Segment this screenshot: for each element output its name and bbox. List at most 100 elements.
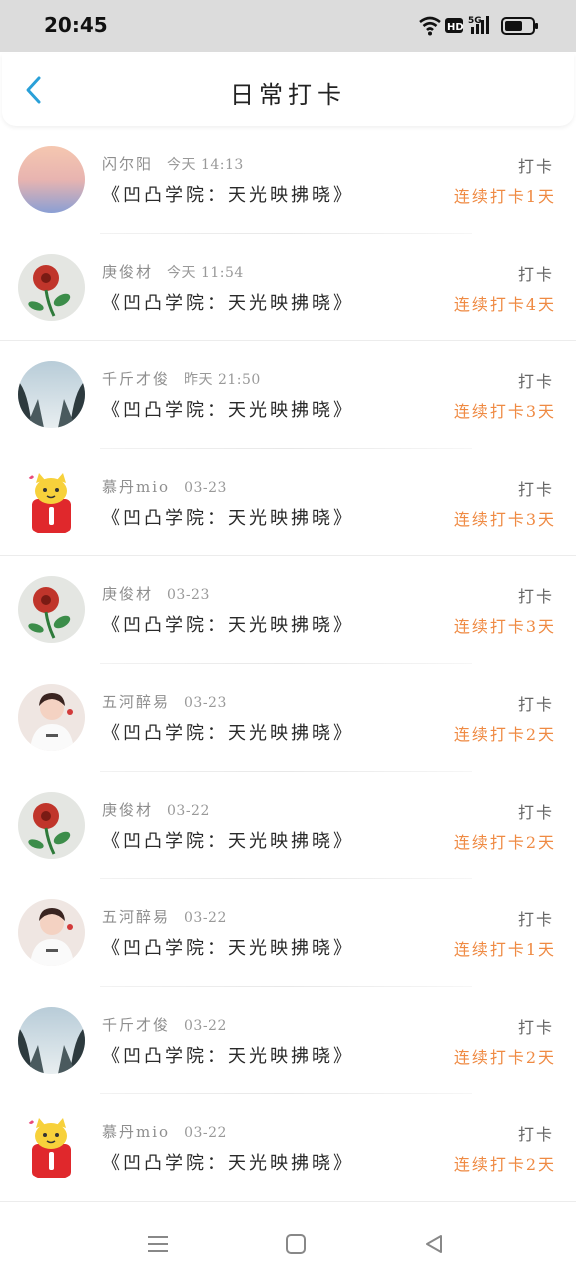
- course-title: 《凹凸学院：天光映拂晓》: [102, 615, 354, 637]
- user-meta: 五河醉易 03-23: [102, 691, 227, 712]
- user-meta: 五河醉易 03-22: [102, 906, 227, 927]
- streak-label: 连续打卡4天: [453, 294, 556, 314]
- status-icons: HD 5G: [419, 16, 538, 36]
- menu-button[interactable]: [138, 1226, 178, 1262]
- streak-label: 连续打卡1天: [453, 940, 556, 960]
- checkin-button[interactable]: 打卡: [518, 153, 554, 177]
- checkin-button[interactable]: 打卡: [518, 476, 554, 500]
- list-item[interactable]: 庚俊材 03-22 《凹凸学院：天光映拂晓》 打卡 连续打卡2天: [0, 772, 576, 880]
- person-avatar-image: [18, 899, 85, 967]
- checkin-time: 03-23: [167, 587, 210, 604]
- user-name: 庚俊材: [102, 262, 154, 281]
- course-title: 《凹凸学院：天光映拂晓》: [102, 185, 354, 206]
- person-avatar-image: [18, 683, 85, 751]
- status-time: 20:45: [44, 13, 108, 37]
- status-bar: 20:45 HD 5G: [0, 0, 576, 52]
- user-name: 慕丹mio: [102, 477, 171, 496]
- forest-avatar-image: [18, 361, 85, 429]
- avatar[interactable]: [18, 791, 85, 859]
- course-title: 《凹凸学院：天光映拂晓》: [102, 1045, 354, 1067]
- checkin-list: 闪尔阳 今天 14:13 《凹凸学院：天光映拂晓》 打卡 连续打卡1天 庚俊材 今天 11:…: [0, 126, 576, 1202]
- user-meta: 千斤才俊 昨天 21:50: [102, 368, 261, 389]
- user-meta: 慕丹mio 03-22: [102, 1121, 227, 1142]
- checkin-button[interactable]: 打卡: [518, 691, 554, 715]
- user-meta: 庚俊材 今天 11:54: [102, 261, 244, 282]
- checkin-button[interactable]: 打卡: [518, 906, 554, 930]
- battery-icon: [501, 17, 538, 35]
- checkin-button[interactable]: 打卡: [518, 799, 554, 823]
- avatar[interactable]: [18, 253, 85, 321]
- 5g-signal-icon: 5G: [468, 16, 489, 34]
- list-item[interactable]: 五河醉易 03-22 《凹凸学院：天光映拂晓》 打卡 连续打卡1天: [0, 879, 576, 987]
- checkin-button[interactable]: 打卡: [518, 1121, 554, 1145]
- checkin-time: 03-22: [184, 910, 227, 927]
- course-title: 《凹凸学院：天光映拂晓》: [102, 507, 354, 529]
- red-flower-avatar-image: [18, 576, 85, 644]
- forest-avatar-image: [18, 1006, 85, 1074]
- user-name: 千斤才俊: [102, 370, 171, 389]
- yellow-cat-avatar-image: [18, 1114, 85, 1182]
- streak-label: 连续打卡2天: [453, 832, 556, 852]
- list-item[interactable]: 千斤才俊 昨天 21:50 《凹凸学院：天光映拂晓》 打卡 连续打卡3天: [0, 341, 576, 449]
- list-item[interactable]: 庚俊材 今天 11:54 《凹凸学院：天光映拂晓》 打卡连续打卡4天: [0, 234, 576, 342]
- hd-icon: HD: [445, 18, 464, 33]
- avatar[interactable]: [18, 1006, 85, 1074]
- avatar[interactable]: [18, 146, 85, 213]
- avatar[interactable]: [18, 683, 85, 751]
- user-name: 慕丹mio: [102, 1123, 171, 1142]
- streak-label: 连续打卡2天: [453, 1047, 556, 1067]
- user-name: 五河醉易: [102, 692, 171, 711]
- checkin-time: 03-22: [167, 802, 210, 819]
- checkin-button[interactable]: 打卡: [518, 261, 554, 285]
- user-meta: 庚俊材 03-23: [102, 583, 210, 604]
- streak-label: 连续打卡3天: [453, 617, 556, 637]
- user-meta: 闪尔阳 今天 14:13: [102, 153, 244, 174]
- streak-label: 连续打卡1天: [453, 187, 556, 206]
- streak-label: 连续打卡2天: [453, 1155, 556, 1175]
- checkin-time: 昨天 21:50: [184, 372, 261, 389]
- user-meta: 千斤才俊 03-22: [102, 1014, 227, 1035]
- avatar[interactable]: [18, 576, 85, 644]
- home-square-icon: [286, 1234, 306, 1254]
- user-name: 五河醉易: [102, 908, 171, 927]
- checkin-time: 今天 11:54: [167, 264, 244, 281]
- avatar[interactable]: [18, 361, 85, 429]
- menu-icon: [148, 1236, 168, 1252]
- course-title: 《凹凸学院：天光映拂晓》: [102, 722, 354, 744]
- checkin-button[interactable]: 打卡: [518, 583, 554, 607]
- yellow-cat-avatar-image: [18, 468, 85, 536]
- svg-text:HD: HD: [447, 22, 464, 33]
- checkin-button[interactable]: 打卡: [518, 368, 554, 392]
- course-title: 《凹凸学院：天光映拂晓》: [102, 400, 354, 422]
- avatar[interactable]: [18, 468, 85, 536]
- checkin-time: 今天 14:13: [167, 157, 244, 173]
- svg-text:5G: 5G: [468, 16, 482, 26]
- list-item[interactable]: 慕丹mio 03-23 《凹凸学院：天光映拂晓》 打卡连续打卡3天: [0, 449, 576, 557]
- user-name: 庚俊材: [102, 800, 154, 819]
- avatar[interactable]: [18, 899, 85, 967]
- list-item[interactable]: 闪尔阳 今天 14:13 《凹凸学院：天光映拂晓》 打卡连续打卡1天: [0, 126, 576, 234]
- header-bar: 日常打卡: [2, 54, 574, 126]
- user-meta: 庚俊材 03-22: [102, 799, 210, 820]
- list-item[interactable]: 五河醉易 03-23 《凹凸学院：天光映拂晓》 打卡 连续打卡2天: [0, 664, 576, 772]
- system-nav-bar: [0, 1208, 576, 1280]
- checkin-button[interactable]: 打卡: [518, 1014, 554, 1038]
- red-flower-avatar-image: [18, 253, 85, 321]
- list-item[interactable]: 千斤才俊 03-22 《凹凸学院：天光映拂晓》 打卡连续打卡2天: [0, 987, 576, 1095]
- streak-label: 连续打卡3天: [453, 509, 556, 529]
- page-title: 日常打卡: [230, 81, 346, 109]
- course-title: 《凹凸学院：天光映拂晓》: [102, 292, 354, 314]
- home-button[interactable]: [276, 1226, 316, 1262]
- list-item[interactable]: 慕丹mio 03-22 《凹凸学院：天光映拂晓》 打卡连续打卡2天: [0, 1094, 576, 1202]
- avatar[interactable]: [18, 1114, 85, 1182]
- user-name: 千斤才俊: [102, 1015, 171, 1034]
- user-meta: 慕丹mio 03-23: [102, 476, 227, 497]
- gradient-sunset-avatar-image: [18, 146, 85, 213]
- course-title: 《凹凸学院：天光映拂晓》: [102, 1153, 354, 1175]
- user-name: 闪尔阳: [102, 155, 154, 173]
- checkin-time: 03-23: [184, 479, 227, 496]
- back-triangle-icon: [426, 1235, 442, 1253]
- list-item[interactable]: 庚俊材 03-23 《凹凸学院：天光映拂晓》 打卡连续打卡3天: [0, 556, 576, 664]
- back-nav-button[interactable]: [414, 1226, 454, 1262]
- wifi-icon: [419, 16, 441, 36]
